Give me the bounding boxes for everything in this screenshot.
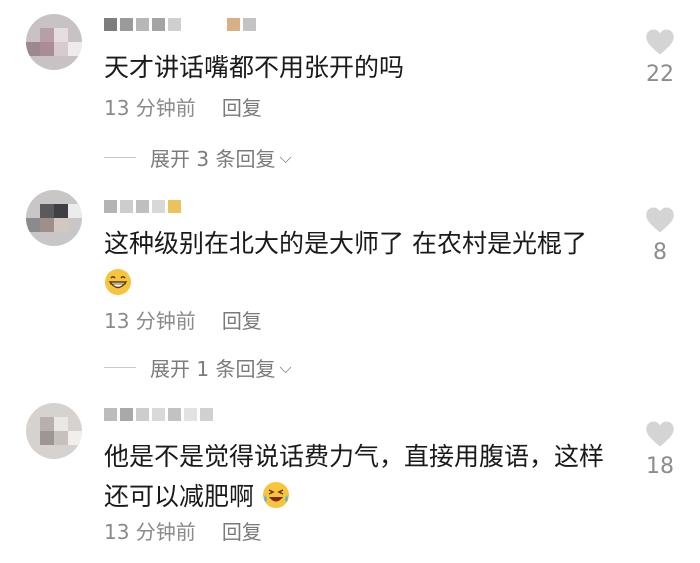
comment-meta: 13 分钟前 回复 xyxy=(104,92,262,121)
comment-text: 他是不是觉得说话费力气，直接用腹语，这样 还可以减肥啊 xyxy=(104,437,634,517)
comment-meta: 13 分钟前 回复 xyxy=(104,516,262,545)
comment-time: 13 分钟前 xyxy=(104,96,196,120)
comment-text-line2: 还可以减肥啊 xyxy=(104,482,255,511)
heart-icon xyxy=(646,29,674,55)
chevron-down-icon: ⌵ xyxy=(279,357,292,377)
username-blurred[interactable] xyxy=(104,200,181,214)
heart-icon xyxy=(646,421,674,447)
like-count: 18 xyxy=(646,454,674,479)
username-blurred[interactable] xyxy=(104,408,213,422)
username-blurred[interactable] xyxy=(104,18,256,32)
like-count: 8 xyxy=(653,240,667,265)
comment-time: 13 分钟前 xyxy=(104,309,196,333)
grinning-emoji xyxy=(105,269,131,295)
like-button[interactable]: 18 xyxy=(640,420,680,479)
expand-divider xyxy=(104,367,136,368)
expand-divider xyxy=(104,157,136,158)
reply-button[interactable]: 回复 xyxy=(222,516,262,545)
like-button[interactable]: 8 xyxy=(640,206,680,265)
comment-meta: 13 分钟前 回复 xyxy=(104,305,262,334)
like-button[interactable]: 22 xyxy=(640,28,680,87)
avatar[interactable] xyxy=(26,14,82,70)
avatar[interactable] xyxy=(26,190,82,246)
expand-replies-button[interactable]: 展开 3 条回复 ⌵ xyxy=(104,143,292,172)
reply-button[interactable]: 回复 xyxy=(222,305,262,334)
chevron-down-icon: ⌵ xyxy=(279,147,292,167)
expand-replies-label: 展开 1 条回复 xyxy=(150,357,276,381)
expand-replies-label: 展开 3 条回复 xyxy=(150,147,276,171)
laughing-tears-emoji xyxy=(262,482,289,508)
reply-button[interactable]: 回复 xyxy=(222,92,262,121)
comment-text-content: 这种级别在北大的是大师了 在农村是光棍了 xyxy=(104,229,587,258)
heart-icon xyxy=(646,207,674,233)
avatar[interactable] xyxy=(26,403,82,459)
comment-text: 天才讲话嘴都不用张开的吗 xyxy=(104,53,405,82)
comment-text: 这种级别在北大的是大师了 在农村是光棍了 xyxy=(104,224,634,304)
like-count: 22 xyxy=(646,62,674,87)
expand-replies-button[interactable]: 展开 1 条回复 ⌵ xyxy=(104,353,292,382)
comment-time: 13 分钟前 xyxy=(104,520,196,544)
comment-text-line1: 他是不是觉得说话费力气，直接用腹语，这样 xyxy=(104,442,605,471)
